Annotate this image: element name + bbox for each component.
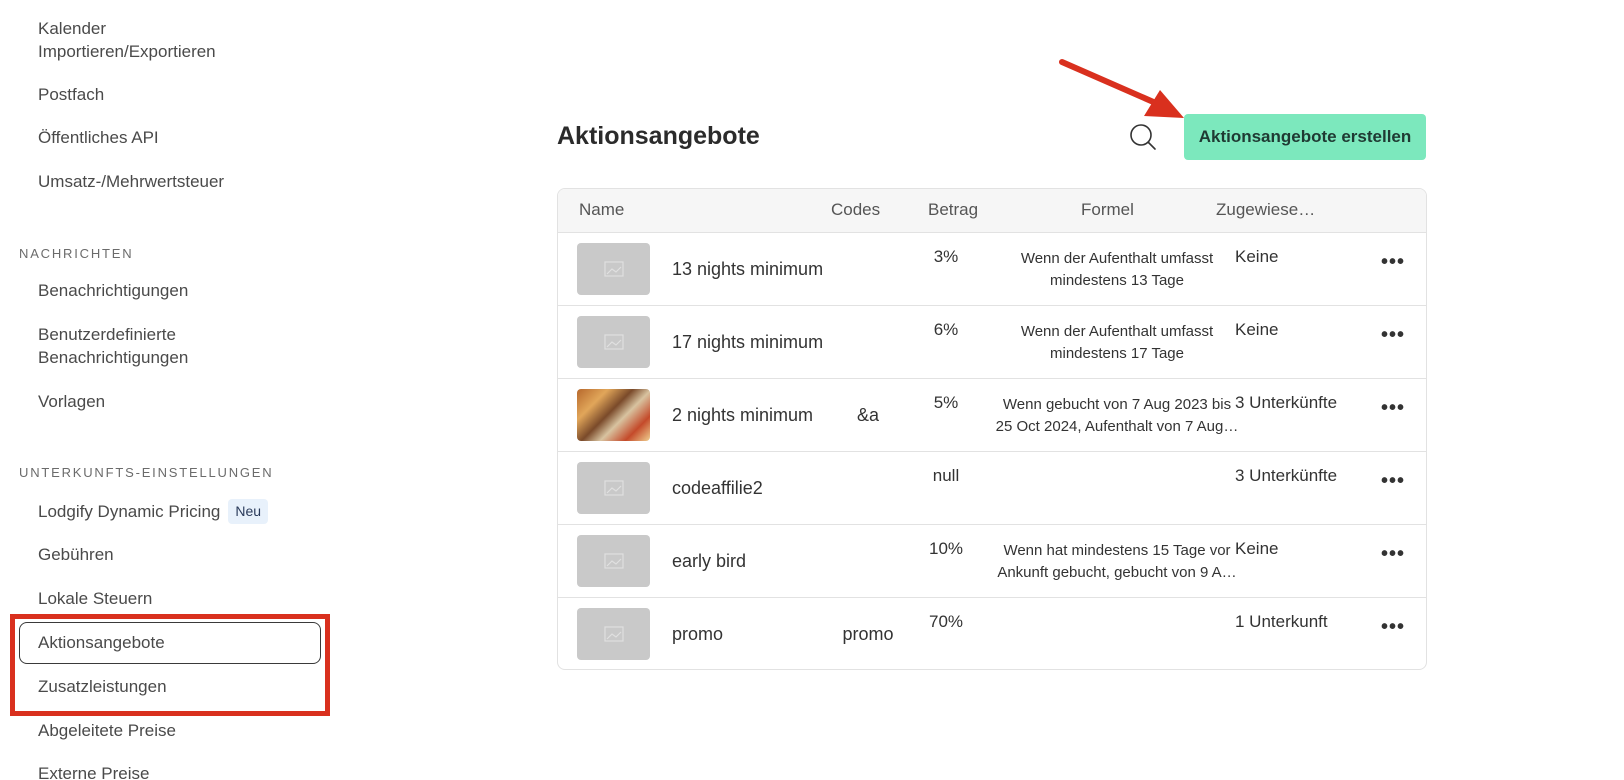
search-button[interactable] bbox=[1128, 122, 1158, 152]
new-badge: Neu bbox=[228, 499, 269, 524]
column-header-name[interactable]: Name bbox=[579, 200, 624, 220]
promotion-formula: Wenn gebucht von 7 Aug 2023 bis 25 Oct 20… bbox=[992, 394, 1242, 438]
annotation-highlight-box bbox=[10, 614, 330, 716]
sidebar-item-postfach[interactable]: Postfach bbox=[38, 83, 104, 106]
promotions-table: Name Codes Betrag Formel Zugewiese… 13 n… bbox=[557, 188, 1427, 670]
sidebar-item-public-api[interactable]: Öffentliches API bbox=[38, 126, 159, 149]
annotation-arrow-icon bbox=[1059, 59, 1184, 118]
promotion-name: early bird bbox=[672, 551, 747, 571]
sidebar-item-import-export[interactable]: Importieren/Exportieren bbox=[38, 40, 216, 63]
table-row[interactable]: 17 nights minimum 6% Wenn der Aufenthalt… bbox=[558, 306, 1426, 379]
formula-line: Wenn gebucht von 7 Aug 2023 bis bbox=[1002, 396, 1232, 413]
sidebar-item-label: Benachrichtigungen bbox=[38, 348, 189, 367]
sidebar-item-dynamic-pricing[interactable]: Lodgify Dynamic Pricing Neu bbox=[38, 499, 269, 524]
column-header-codes[interactable]: Codes bbox=[831, 200, 880, 220]
page-title: Aktionsangebote bbox=[557, 122, 760, 150]
column-header-formel[interactable]: Formel bbox=[1081, 200, 1134, 220]
table-row[interactable]: codeaffilie2 null 3 Unterkünfte ••• bbox=[558, 452, 1426, 525]
sidebar: Kalender Importieren/Exportieren Postfac… bbox=[0, 0, 340, 780]
promotion-assigned: Keine bbox=[1235, 320, 1279, 339]
table-header: Name Codes Betrag Formel Zugewiese… bbox=[558, 189, 1426, 233]
promotion-name: promo bbox=[672, 624, 724, 644]
promotion-amount: 3% bbox=[933, 247, 959, 266]
promotion-name: 2 nights minimum bbox=[672, 405, 814, 425]
promotion-name: codeaffilie2 bbox=[672, 478, 763, 498]
sidebar-item-abgeleitete-preise[interactable]: Abgeleitete Preise bbox=[38, 719, 176, 742]
sidebar-item-vat[interactable]: Umsatz-/Mehrwertsteuer bbox=[38, 170, 224, 193]
sidebar-item-gebuehren[interactable]: Gebühren bbox=[38, 543, 114, 566]
sidebar-item-custom-notifications[interactable]: Benutzerdefinierte Benachrichtigungen bbox=[38, 323, 188, 369]
more-options-icon[interactable]: ••• bbox=[1381, 397, 1405, 420]
table-row[interactable]: promo promo 70% 1 Unterkunft ••• bbox=[558, 598, 1426, 669]
promotion-formula: Wenn der Aufenthalt umfasst mindestens 17… bbox=[992, 321, 1242, 365]
image-placeholder-icon bbox=[577, 243, 650, 295]
promotion-formula: Wenn hat mindestens 15 Tage vor Ankunft g… bbox=[992, 540, 1242, 584]
sidebar-item-label: Lodgify Dynamic Pricing bbox=[38, 502, 221, 521]
promotion-assigned: 3 Unterkünfte bbox=[1235, 393, 1338, 412]
promotion-code: promo bbox=[842, 624, 894, 644]
promotion-amount: null bbox=[932, 466, 960, 485]
promotion-name: 17 nights minimum bbox=[672, 332, 824, 352]
more-options-icon[interactable]: ••• bbox=[1381, 470, 1405, 493]
image-placeholder-icon bbox=[577, 535, 650, 587]
formula-line: Wenn der Aufenthalt umfasst bbox=[1020, 323, 1214, 340]
promotion-assigned: 3 Unterkünfte bbox=[1235, 466, 1338, 485]
promotion-amount: 5% bbox=[933, 393, 959, 412]
table-row[interactable]: early bird 10% Wenn hat mindestens 15 Ta… bbox=[558, 525, 1426, 598]
promotion-amount: 10% bbox=[928, 539, 964, 558]
more-options-icon[interactable]: ••• bbox=[1381, 616, 1405, 639]
formula-line: mindestens 17 Tage bbox=[1050, 345, 1184, 362]
table-row[interactable]: 13 nights minimum 3% Wenn der Aufenthalt… bbox=[558, 233, 1426, 306]
promotion-amount: 6% bbox=[933, 320, 959, 339]
promotion-assigned: 1 Unterkunft bbox=[1235, 612, 1328, 631]
sidebar-item-vorlagen[interactable]: Vorlagen bbox=[38, 390, 105, 413]
image-placeholder-icon bbox=[577, 462, 650, 514]
promotion-assigned: Keine bbox=[1235, 539, 1279, 558]
create-promotion-button[interactable]: Aktionsangebote erstellen bbox=[1184, 114, 1426, 160]
promotion-photo bbox=[577, 389, 650, 441]
formula-line: 25 Oct 2024, Aufenthalt von 7 Aug… bbox=[995, 418, 1239, 435]
search-icon bbox=[1130, 124, 1156, 150]
promotion-amount: 70% bbox=[928, 612, 964, 631]
column-header-betrag[interactable]: Betrag bbox=[928, 200, 978, 220]
sidebar-item-benachrichtigungen[interactable]: Benachrichtigungen bbox=[38, 279, 188, 302]
promotion-formula: Wenn der Aufenthalt umfasst mindestens 13… bbox=[992, 248, 1242, 292]
more-options-icon[interactable]: ••• bbox=[1381, 251, 1405, 274]
formula-line: Ankunft gebucht, gebucht von 9 A… bbox=[997, 564, 1237, 581]
section-title-nachrichten: NACHRICHTEN bbox=[19, 246, 134, 261]
formula-line: Wenn der Aufenthalt umfasst bbox=[1020, 250, 1214, 267]
promotion-name: 13 nights minimum bbox=[672, 259, 824, 279]
sidebar-item-label: Benutzerdefinierte bbox=[38, 325, 176, 344]
column-header-assigned[interactable]: Zugewiese… bbox=[1216, 200, 1315, 220]
image-placeholder-icon bbox=[577, 608, 650, 660]
formula-line: mindestens 13 Tage bbox=[1050, 272, 1184, 289]
more-options-icon[interactable]: ••• bbox=[1381, 543, 1405, 566]
sidebar-item-externe-preise[interactable]: Externe Preise bbox=[38, 762, 150, 780]
promotion-code: &a bbox=[856, 405, 880, 425]
sidebar-item-kalender[interactable]: Kalender bbox=[38, 17, 106, 40]
more-options-icon[interactable]: ••• bbox=[1381, 324, 1405, 347]
promotion-assigned: Keine bbox=[1235, 247, 1279, 266]
sidebar-item-lokale-steuern[interactable]: Lokale Steuern bbox=[38, 587, 152, 610]
formula-line: Wenn hat mindestens 15 Tage vor bbox=[1003, 542, 1231, 559]
section-title-unterkunfts-einstellungen: UNTERKUNFTS-EINSTELLUNGEN bbox=[19, 465, 274, 480]
image-placeholder-icon bbox=[577, 316, 650, 368]
table-row[interactable]: 2 nights minimum &a 5% Wenn gebucht von … bbox=[558, 379, 1426, 452]
